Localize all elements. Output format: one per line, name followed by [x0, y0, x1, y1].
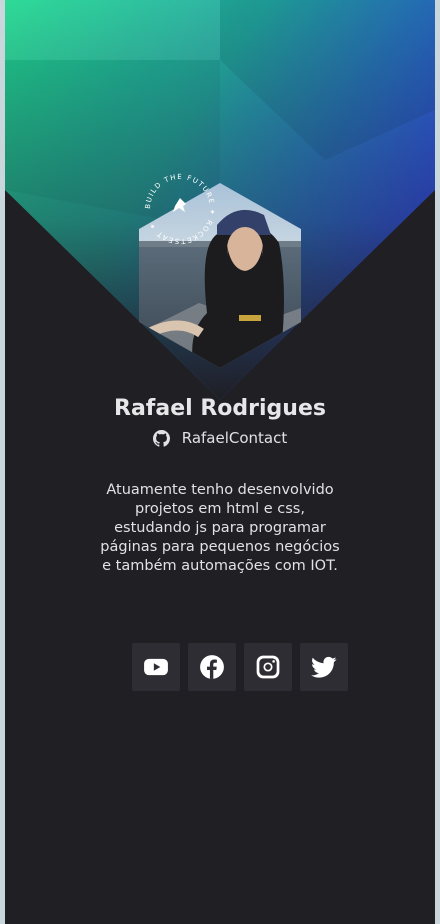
social-links [132, 643, 348, 691]
instagram-icon [256, 655, 280, 679]
github-username: RafaelContact [181, 429, 288, 447]
rocketseat-badge: BUILD THE FUTURE ✦ ROCKETSEAT ✦ [144, 173, 216, 245]
github-link[interactable]: RafaelContact [5, 429, 435, 447]
profile-page: BUILD THE FUTURE ✦ ROCKETSEAT ✦ Rafael R… [5, 0, 435, 924]
profile-name: Rafael Rodrigues [114, 396, 326, 421]
profile-bio: Atuamente tenho desenvolvido projetos em… [100, 482, 340, 574]
facebook-icon [200, 655, 224, 679]
facebook-button[interactable] [188, 643, 236, 691]
instagram-button[interactable] [244, 643, 292, 691]
github-icon [152, 429, 170, 447]
svg-text:BUILD THE FUTURE ✦ ROCKETSEAT: BUILD THE FUTURE ✦ ROCKETSEAT ✦ [144, 173, 216, 245]
twitter-button[interactable] [300, 643, 348, 691]
twitter-icon [311, 656, 337, 678]
youtube-icon [144, 658, 168, 676]
youtube-button[interactable] [132, 643, 180, 691]
avatar: BUILD THE FUTURE ✦ ROCKETSEAT ✦ [139, 168, 301, 368]
